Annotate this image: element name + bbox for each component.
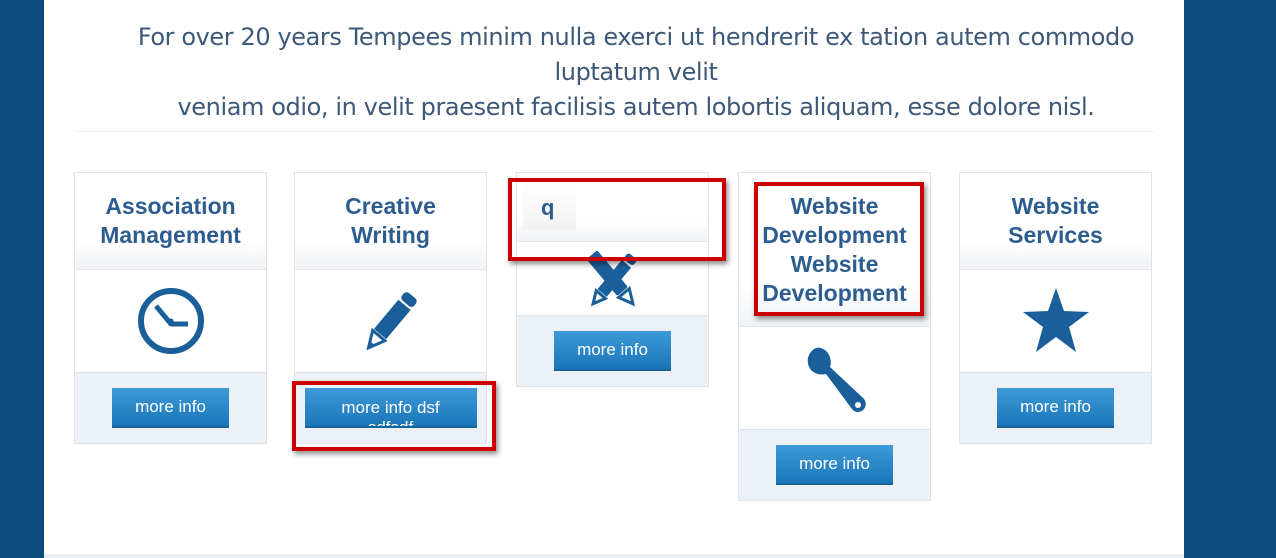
card-footer: more info [739, 429, 930, 500]
card-title-line: Services [1008, 222, 1103, 248]
card-title-line: Association [105, 193, 236, 219]
card-title-line: Writing [351, 222, 430, 248]
card-footer: more info [960, 372, 1151, 443]
card-title-line: Creative [345, 193, 436, 219]
star-icon [960, 270, 1151, 372]
content-panel: For over 20 years Tempees minim nulla ex… [44, 0, 1184, 558]
more-info-button[interactable]: more info [997, 388, 1114, 428]
highlight-box [292, 381, 496, 451]
intro-line-2: veniam odio, in velit praesent facilisis… [177, 93, 1095, 121]
service-card-association-management: Association Management more info [74, 172, 267, 444]
panel-bottom-edge [44, 554, 1184, 558]
card-title-line: Management [100, 222, 241, 248]
card-title-line: Website [1011, 193, 1100, 219]
highlight-box [754, 182, 924, 316]
card-title: Creative Writing [295, 173, 486, 270]
service-card-website-services: Website Services more info [959, 172, 1152, 444]
wrench-icon [739, 327, 930, 429]
card-footer: more info [517, 315, 708, 386]
pencil-icon [295, 270, 486, 372]
intro-line-1: For over 20 years Tempees minim nulla ex… [137, 23, 1135, 86]
divider [74, 131, 1154, 132]
highlight-box [508, 178, 726, 261]
more-info-button[interactable]: more info [112, 388, 229, 428]
card-footer: more info [75, 372, 266, 443]
more-info-button[interactable]: more info [554, 331, 671, 371]
intro-text: For over 20 years Tempees minim nulla ex… [88, 20, 1184, 125]
clock-icon [75, 270, 266, 372]
card-title: Website Services [960, 173, 1151, 270]
more-info-button[interactable]: more info [776, 445, 893, 485]
card-title: Association Management [75, 173, 266, 270]
